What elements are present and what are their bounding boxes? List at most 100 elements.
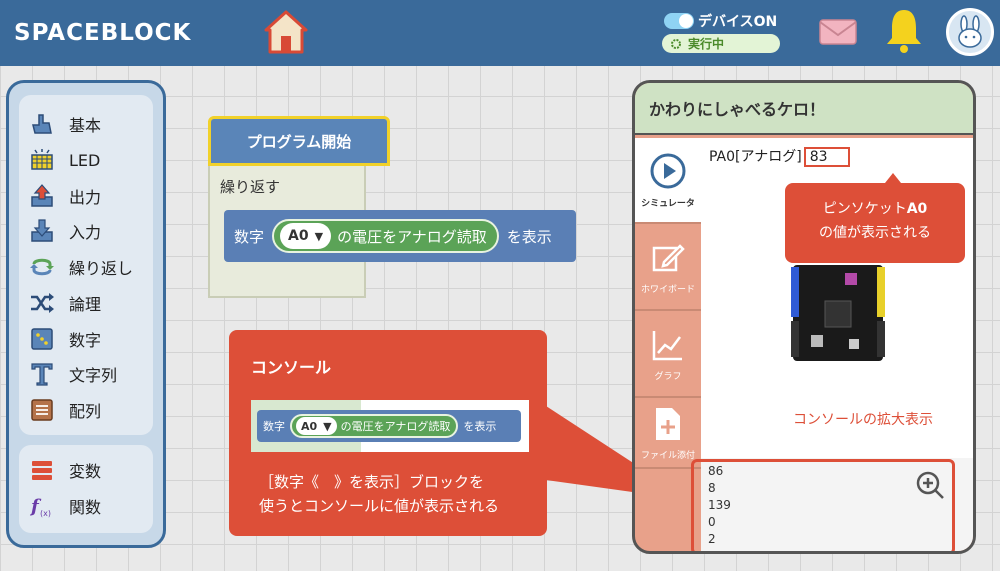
category-label: 文字列 <box>69 366 118 385</box>
category-panel: 基本 LED 出力 入力 繰り返し 論理 数字 文字列 配列 変数 f (x) … <box>6 80 166 548</box>
microcontroller-board-image <box>791 265 885 361</box>
home-button[interactable] <box>262 8 310 56</box>
device-toggle[interactable]: デバイスON <box>664 11 777 31</box>
category-led[interactable]: LED <box>29 145 100 175</box>
category-function[interactable]: f (x) 関数 <box>29 491 101 521</box>
bell-icon <box>887 10 921 53</box>
category-label: 出力 <box>69 188 102 207</box>
number-label: 数字 <box>234 227 265 246</box>
caret-down-icon: ▼ <box>314 229 324 243</box>
rabbit-icon <box>958 15 982 48</box>
app-logo: SPACEBLOCK <box>14 20 192 46</box>
pin-dropdown: A0 ▼ <box>296 417 337 435</box>
output-icon <box>31 184 53 207</box>
program-start-block[interactable]: プログラム開始 <box>208 116 390 166</box>
device-status-label: デバイスON <box>698 14 778 30</box>
category-label: LED <box>69 150 101 170</box>
console-example-image: 数字 A0 ▼ の電圧をアナログ読取 を表示 <box>251 400 529 452</box>
number-icon <box>31 328 53 350</box>
pin-readout: PA0[アナログ] 83 <box>709 146 850 167</box>
text-icon <box>31 363 53 386</box>
panel-title: かわりにしゃべるケロ！ <box>635 83 973 135</box>
category-label: 繰り返し <box>69 259 134 278</box>
function-icon: f (x) <box>29 496 51 518</box>
input-icon <box>31 219 53 242</box>
tab-label: ホワイボード <box>640 284 695 295</box>
play-icon <box>650 153 686 188</box>
program-start-label: プログラム開始 <box>246 132 352 151</box>
print-number-block-example: 数字 A0 ▼ の電圧をアナログ読取 を表示 <box>257 410 521 442</box>
tab-file-attach[interactable]: ファイル添付 <box>635 399 701 469</box>
gear-icon <box>671 38 681 49</box>
category-label: 数字 <box>69 331 102 350</box>
pin-callout: ピンソケットA0 の値が表示される <box>785 173 965 263</box>
console-highlight-frame <box>691 459 955 551</box>
category-label: 変数 <box>69 462 102 481</box>
analog-read-block: A0 ▼ の電圧をアナログ読取 <box>290 414 459 438</box>
tab-label: シミュレータ <box>641 198 695 209</box>
variable-icon <box>32 461 52 480</box>
home-icon <box>264 10 308 54</box>
category-label: 基本 <box>69 116 102 135</box>
array-icon <box>31 399 53 421</box>
hand-icon <box>32 114 52 134</box>
console-zoom-label: コンソールの拡大表示 <box>793 412 933 428</box>
run-status-label: 実行中 <box>688 37 725 51</box>
category-output[interactable]: 出力 <box>29 181 101 211</box>
run-status-badge: 実行中 <box>662 34 780 53</box>
svg-text:(x): (x) <box>40 509 51 518</box>
pin-value: 83 <box>803 147 850 167</box>
category-basic[interactable]: 基本 <box>29 109 101 139</box>
user-avatar[interactable] <box>946 8 994 56</box>
app-header: SPACEBLOCK デバイスON 実行中 <box>0 0 1000 66</box>
tab-graph[interactable]: グラフ <box>635 312 701 398</box>
display-label: を表示 <box>506 227 552 246</box>
toggle-switch[interactable] <box>664 13 694 29</box>
console-callout-title: コンソール <box>251 358 332 377</box>
graph-icon <box>652 330 682 360</box>
simulator-view: PA0[アナログ] 83 ピンソケットA0 の値が表示される コンソールの拡大表示 <box>701 138 973 458</box>
category-logic[interactable]: 論理 <box>29 288 101 318</box>
repeat-label: 繰り返す <box>220 178 281 196</box>
pencil-edit-icon <box>652 243 685 271</box>
loop-icon <box>30 258 54 276</box>
number-label: 数字 <box>263 420 285 433</box>
analog-read-label: の電圧をアナログ読取 <box>340 420 451 433</box>
pin-dropdown[interactable]: A0 ▼ <box>280 223 332 249</box>
mail-button[interactable] <box>818 16 858 48</box>
led-icon <box>31 149 53 170</box>
simulator-panel: かわりにしゃべるケロ！ シミュレータ ホワイボード グラフ ファイル添付 PA0… <box>632 80 976 554</box>
category-group-extra: 変数 f (x) 関数 <box>19 445 153 533</box>
file-add-icon <box>656 407 680 440</box>
console-callout: コンソール 数字 A0 ▼ の電圧をアナログ読取 を表示 ［数字《 》を表示］ブ… <box>229 330 547 536</box>
analog-read-block[interactable]: A0 ▼ の電圧をアナログ読取 <box>272 219 499 253</box>
category-array[interactable]: 配列 <box>29 395 101 425</box>
pin-dropdown-value: A0 <box>288 228 309 244</box>
category-label: 入力 <box>69 223 102 242</box>
analog-read-label: の電圧をアナログ読取 <box>337 227 487 246</box>
category-input[interactable]: 入力 <box>29 216 101 246</box>
category-text[interactable]: 文字列 <box>29 359 117 389</box>
tab-label: ファイル添付 <box>640 450 695 461</box>
console-desc-line: 使うとコンソールに値が表示される <box>259 497 500 515</box>
category-variable[interactable]: 変数 <box>29 455 101 485</box>
pin-label: PA0[アナログ] <box>709 149 802 165</box>
print-number-block[interactable]: 数字 A0 ▼ の電圧をアナログ読取 を表示 <box>224 210 576 262</box>
console-callout-description: ［数字《 》を表示］ブロックを 使うとコンソールに値が表示される <box>259 470 529 518</box>
tab-whiteboard[interactable]: ホワイボード <box>635 225 701 311</box>
mail-icon <box>819 19 857 45</box>
category-label: 論理 <box>69 295 102 314</box>
caret-down-icon: ▼ <box>323 419 332 433</box>
category-loop[interactable]: 繰り返し <box>29 252 133 282</box>
console-desc-line: ［数字《 》を表示］ブロックを <box>259 473 485 491</box>
pin-callout-pin: A0 <box>906 201 928 217</box>
display-label: を表示 <box>463 420 497 433</box>
pin-callout-text: ピンソケット <box>822 201 907 217</box>
pin-dropdown-value: A0 <box>301 419 318 433</box>
notification-button[interactable] <box>884 6 924 54</box>
category-number[interactable]: 数字 <box>29 324 101 354</box>
logic-icon <box>31 293 54 313</box>
tab-simulator[interactable]: シミュレータ <box>635 138 701 224</box>
category-label: 配列 <box>69 402 102 421</box>
category-label: 関数 <box>69 498 102 517</box>
